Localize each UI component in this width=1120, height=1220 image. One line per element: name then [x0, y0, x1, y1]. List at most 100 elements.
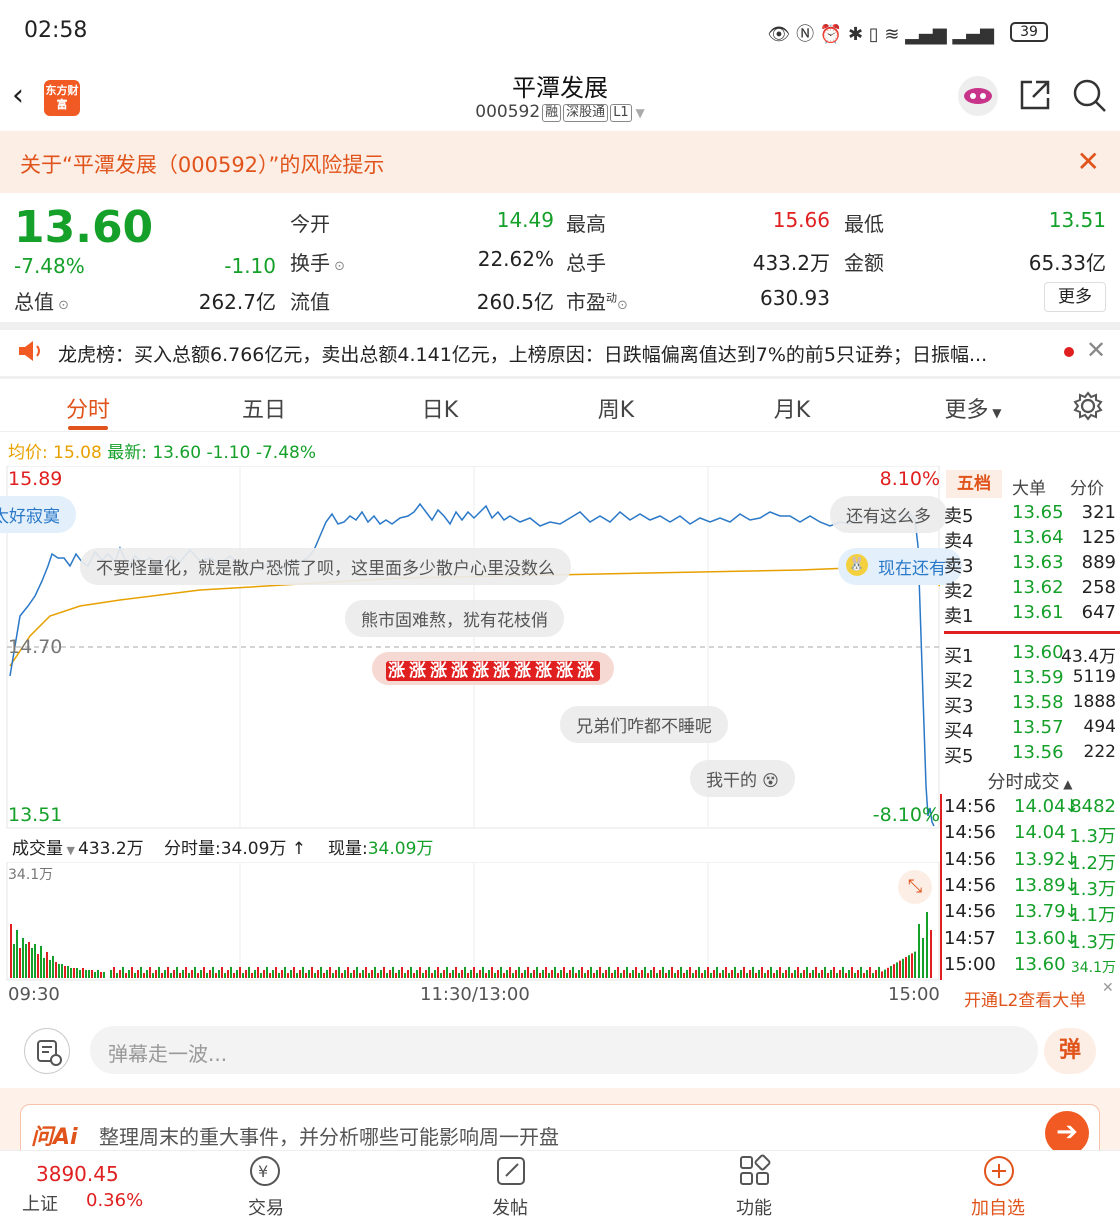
tick-volume-label: 分时量:34.09万 ↑ — [164, 839, 307, 859]
page-title: 平潭发展 — [512, 74, 608, 102]
ask-row[interactable]: 卖4 13.64 125 — [940, 527, 1120, 552]
tab-monthly-k[interactable]: 月K — [752, 392, 832, 424]
tab-big-orders[interactable]: 大单 — [1012, 474, 1046, 499]
ask-row[interactable]: 卖1 13.61 647 — [940, 602, 1120, 627]
danmaku-input[interactable]: 弹幕走一波... — [90, 1026, 1038, 1074]
bid-row[interactable]: 买1 13.60 43.4万 — [940, 642, 1120, 667]
volume-bar — [815, 967, 817, 978]
intraday-chart[interactable]: 15.89 14.70 13.51 8.10% -8.10% 太好寂寞 还有这么… — [0, 465, 962, 830]
dragon-tiger-bar[interactable]: 龙虎榜：买入总额6.766亿元，卖出总额4.141亿元，上榜原因：日跌幅偏离值达… — [0, 330, 1120, 376]
share-icon[interactable] — [1018, 78, 1052, 116]
stock-code-line[interactable]: 000592 融深股通 L1 ▼ — [0, 102, 1120, 122]
volume-bar — [242, 973, 244, 978]
volume-bar — [779, 967, 781, 978]
close-icon[interactable]: ✕ — [1077, 145, 1100, 178]
active-tab-indicator — [68, 426, 108, 430]
bid-volume: 222 — [1083, 742, 1116, 762]
tick-price: 13.60 — [1014, 953, 1066, 975]
volume-bar — [680, 967, 682, 978]
nav-trade[interactable]: 交易 — [206, 1194, 326, 1220]
volume-bar — [182, 970, 184, 978]
volume-bar — [695, 970, 697, 978]
turnover-label[interactable]: 换手 ⊙ — [290, 247, 345, 276]
danmaku-toggle-button[interactable]: 弹 — [1044, 1028, 1096, 1074]
ticks-title[interactable]: 分时成交 ▲ — [940, 768, 1120, 794]
volume-bar — [422, 973, 424, 978]
close-icon[interactable]: ✕ — [1086, 336, 1106, 364]
volume-bar — [37, 954, 39, 978]
volume-bar — [842, 967, 844, 978]
bid-label: 买5 — [944, 746, 974, 767]
volume-bar — [125, 973, 127, 978]
tab-price-dist[interactable]: 分价 — [1070, 474, 1104, 499]
volume-bar — [638, 973, 640, 978]
volume-bar — [839, 970, 841, 978]
volume-bar — [563, 967, 565, 978]
total-value-label[interactable]: 总值 ⊙ — [14, 286, 69, 315]
volume-bar — [200, 970, 202, 978]
close-icon[interactable]: ✕ — [1102, 980, 1114, 996]
volume-bar — [644, 967, 646, 978]
search-icon[interactable] — [1072, 78, 1108, 118]
l2-link[interactable]: 开通L2查看大单 — [964, 986, 1086, 1011]
arrow-right-icon[interactable]: ➔ — [1045, 1111, 1089, 1155]
post-icon[interactable] — [494, 1154, 528, 1192]
ask-row[interactable]: 卖5 13.65 321 — [940, 502, 1120, 527]
divider — [0, 376, 1120, 379]
volume-bar — [425, 970, 427, 978]
ask-row[interactable]: 卖3 13.63 889 — [940, 552, 1120, 577]
volume-bar — [152, 973, 154, 978]
volume-label: 总手 — [566, 251, 606, 275]
bid-row[interactable]: 买3 13.58 1888 — [940, 692, 1120, 717]
volume-bar — [464, 967, 466, 978]
volume-bar — [794, 970, 796, 978]
tab-daily-k[interactable]: 日K — [400, 392, 480, 424]
volume-bar — [191, 970, 193, 978]
tick-volume: 8482 — [1070, 796, 1116, 817]
ask-row[interactable]: 卖2 13.62 258 — [940, 577, 1120, 602]
settings-icon[interactable] — [1072, 390, 1104, 426]
volume-bar — [677, 970, 679, 978]
more-button[interactable]: 更多 — [1044, 282, 1106, 312]
volume-bar — [704, 970, 706, 978]
tab-weekly-k[interactable]: 周K — [576, 392, 656, 424]
tick-row: 14:56 14.04 ↓ 8482 — [940, 796, 1120, 821]
volume-bar — [359, 973, 361, 978]
nav-add-watchlist[interactable]: 加自选 — [938, 1194, 1058, 1220]
volume-bar — [365, 967, 367, 978]
tab-more[interactable]: 更多 ▼ — [928, 392, 1018, 424]
volume-bar — [731, 970, 733, 978]
tab-intraday[interactable]: 分时 — [48, 392, 128, 424]
bid-row[interactable]: 买2 13.59 5119 — [940, 667, 1120, 692]
volume-bar — [584, 973, 586, 978]
volume-bar — [131, 967, 133, 978]
index-value[interactable]: 3890.45 — [36, 1162, 119, 1186]
bid-row[interactable]: 买5 13.56 222 — [940, 742, 1120, 767]
volume-max-label: 34.1万 — [8, 867, 54, 883]
volume-selector[interactable]: 成交量 ▼ — [12, 834, 75, 859]
volume-bar — [743, 967, 745, 978]
volume-bar — [470, 970, 472, 978]
volume-bar — [683, 973, 685, 978]
volume-bar — [587, 970, 589, 978]
bid-row[interactable]: 买4 13.57 494 — [940, 717, 1120, 742]
volume-bar — [314, 973, 316, 978]
volume-bar — [239, 967, 241, 978]
danmaku-settings-icon[interactable] — [24, 1028, 70, 1074]
volume-bar — [251, 973, 253, 978]
volume-bar — [545, 967, 547, 978]
avatar[interactable] — [958, 76, 998, 116]
expand-icon[interactable]: ⤡ — [898, 870, 932, 904]
tab-five-day[interactable]: 五日 — [224, 392, 304, 424]
volume-bar — [257, 967, 259, 978]
volume-bar — [608, 967, 610, 978]
risk-banner[interactable]: 关于“平潭发展（000592）”的风险提示 ✕ — [0, 131, 1120, 193]
trade-icon[interactable]: ¥ — [248, 1154, 282, 1192]
functions-icon[interactable] — [738, 1154, 772, 1192]
nav-post[interactable]: 发帖 — [450, 1194, 570, 1220]
nav-functions[interactable]: 功能 — [694, 1194, 814, 1220]
volume-chart: 34.1万 ⤡ — [0, 861, 940, 982]
tab-five-levels[interactable]: 五档 — [946, 470, 1002, 498]
add-watchlist-icon[interactable] — [982, 1154, 1016, 1192]
pe-label[interactable]: 市盈动⊙ — [566, 286, 628, 315]
